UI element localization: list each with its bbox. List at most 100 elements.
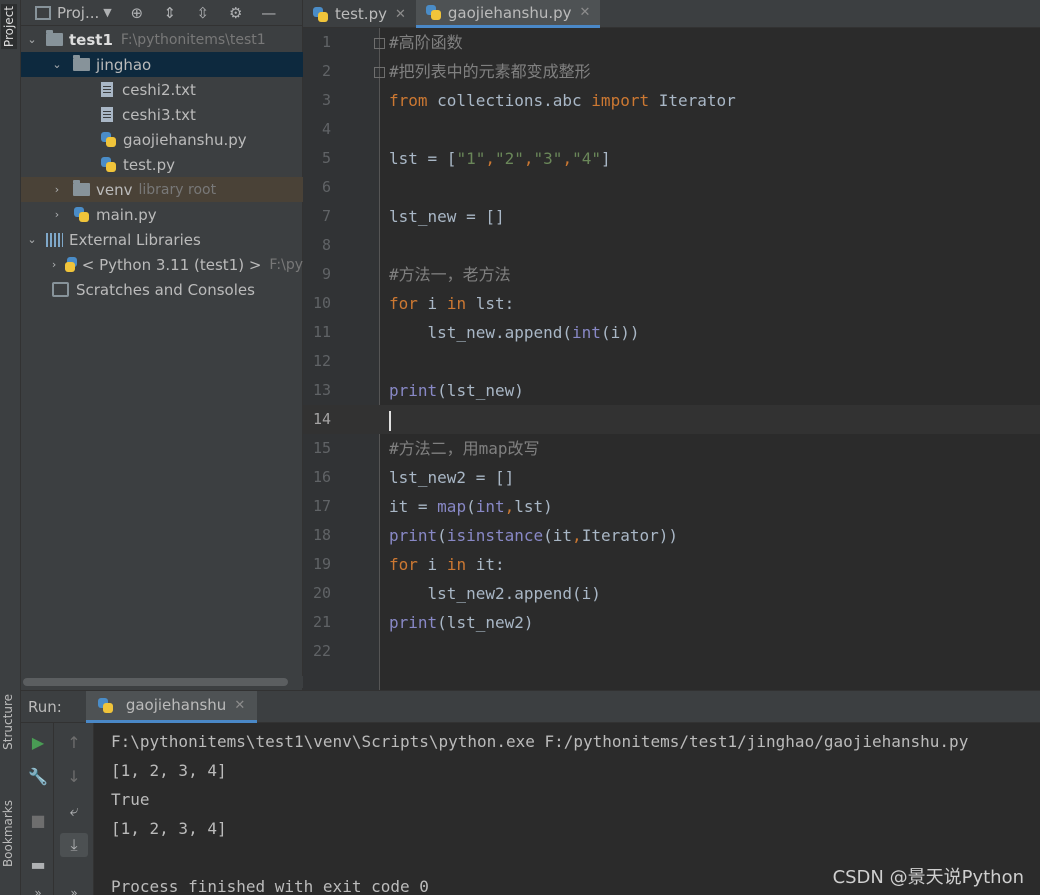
code-line[interactable]: 2 #把列表中的元素都变成整形 <box>303 57 1040 86</box>
line-number: 22 <box>312 642 331 660</box>
python-file-icon <box>101 132 116 147</box>
collapse-all-icon[interactable]: ⇳ <box>195 5 211 21</box>
code-line[interactable]: 22 <box>303 637 1040 662</box>
line-number: 8 <box>321 236 331 254</box>
project-horizontal-scrollbar[interactable] <box>21 676 303 688</box>
rerun-icon[interactable]: ▶ <box>26 731 50 755</box>
code-line[interactable]: 20 lst_new2.append(i) <box>303 579 1040 608</box>
tool-window-strip: Project Structure Bookmarks <box>0 0 21 895</box>
project-view-dropdown[interactable]: Proj... <box>57 4 99 22</box>
code-line[interactable]: 4 <box>303 115 1040 144</box>
more-icon[interactable]: » <box>62 881 86 895</box>
code-line[interactable]: 9 #方法一，老方法 <box>303 260 1040 289</box>
code-token: print <box>389 526 438 545</box>
tree-row-python-sdk[interactable]: › < Python 3.11 (test1) > F:\py <box>21 252 303 277</box>
code-line[interactable]: 15 #方法二，用map改写 <box>303 434 1040 463</box>
arrow-down-icon[interactable]: ↓ <box>62 765 86 789</box>
code-line[interactable]: 11 lst_new.append(int(i)) <box>303 318 1040 347</box>
code-token: , <box>523 149 534 168</box>
soft-wrap-icon[interactable]: ⤶ <box>62 799 86 823</box>
chevron-down-icon[interactable]: ⌄ <box>51 58 63 71</box>
code-token: ( <box>437 526 447 545</box>
close-icon[interactable]: ✕ <box>234 698 245 713</box>
tree-row-jinghao[interactable]: ⌄ jinghao <box>21 52 303 77</box>
tree-row-main-py[interactable]: › main.py <box>21 202 303 227</box>
code-line[interactable]: 8 <box>303 231 1040 260</box>
chevron-down-icon[interactable]: ⌄ <box>26 233 38 246</box>
tree-item-label: test1 <box>69 30 113 49</box>
wrench-icon[interactable]: 🔧 <box>26 765 50 789</box>
more-icon[interactable]: » <box>26 881 50 895</box>
code-token: "4" <box>572 149 601 168</box>
code-line[interactable]: 7 lst_new = [] <box>303 202 1040 231</box>
chevron-down-icon[interactable]: ▼ <box>103 6 111 19</box>
structure-tool-button[interactable]: Structure <box>1 694 15 750</box>
library-icon <box>46 232 63 247</box>
hide-icon[interactable]: — <box>261 5 277 21</box>
locate-icon[interactable]: ⊕ <box>129 5 145 21</box>
scrollbar-thumb[interactable] <box>23 678 288 686</box>
code-line[interactable]: 6 <box>303 173 1040 202</box>
code-token: ] <box>600 149 611 168</box>
code-text: #方法一，老方法 <box>389 260 511 289</box>
close-icon[interactable]: ✕ <box>580 5 591 20</box>
chevron-down-icon[interactable]: ⌄ <box>26 33 38 46</box>
expand-all-icon[interactable]: ⇕ <box>162 5 178 21</box>
code-token: Iterator <box>649 91 736 110</box>
tree-row-scratches[interactable]: Scratches and Consoles <box>21 277 303 302</box>
tree-item-label: External Libraries <box>69 230 201 249</box>
project-tool-button[interactable]: Project <box>1 4 17 50</box>
project-toolbar: Proj... ▼ ⊕ ⇕ ⇳ ⚙ — <box>21 0 302 26</box>
text-file-icon <box>101 82 113 97</box>
code-token: lst = [ <box>389 149 457 168</box>
tree-item-label: gaojiehanshu.py <box>123 130 247 149</box>
code-line[interactable]: 18 print(isinstance(it,Iterator)) <box>303 521 1040 550</box>
gear-icon[interactable]: ⚙ <box>228 5 244 21</box>
code-line[interactable]: 21 print(lst_new2) <box>303 608 1040 637</box>
tab-test-py[interactable]: test.py ✕ <box>303 0 416 28</box>
run-tab[interactable]: gaojiehanshu ✕ <box>85 690 258 723</box>
console-line: True <box>111 790 150 809</box>
code-token: (i)) <box>600 323 640 342</box>
scroll-to-end-icon[interactable]: ⤓ <box>60 833 88 857</box>
code-line[interactable]: 19 for i in it: <box>303 550 1040 579</box>
code-line[interactable]: 14 <box>303 405 1040 434</box>
tree-row-venv[interactable]: › venv library root <box>21 177 303 202</box>
tree-row-ceshi2[interactable]: ceshi2.txt <box>21 77 303 102</box>
code-editor[interactable]: 1 #高阶函数 2 #把列表中的元素都变成整形 3 from collections.ab… <box>303 28 1040 662</box>
code-token: map <box>437 497 467 516</box>
python-file-icon <box>313 6 328 22</box>
arrow-up-icon[interactable]: ↑ <box>62 731 86 755</box>
code-line[interactable]: 1 #高阶函数 <box>303 28 1040 57</box>
chevron-right-icon[interactable]: › <box>51 183 63 196</box>
code-line[interactable]: 5 lst = ["1","2","3","4"] <box>303 144 1040 173</box>
code-line[interactable]: 16 lst_new2 = [] <box>303 463 1040 492</box>
tab-gaojiehanshu-py[interactable]: gaojiehanshu.py ✕ <box>415 0 601 28</box>
tree-row-external-libraries[interactable]: ⌄ External Libraries <box>21 227 303 252</box>
stop-icon[interactable]: ■ <box>26 809 50 833</box>
code-token: #高阶函数 <box>389 33 463 52</box>
code-token: print <box>389 381 438 400</box>
close-icon[interactable]: ✕ <box>395 7 406 22</box>
tree-row-ceshi3[interactable]: ceshi3.txt <box>21 102 303 127</box>
code-line[interactable]: 13 print(lst_new) <box>303 376 1040 405</box>
code-line[interactable]: 3 from collections.abc import Iterator <box>303 86 1040 115</box>
chevron-right-icon[interactable]: › <box>51 258 57 271</box>
chevron-right-icon[interactable]: › <box>51 208 63 221</box>
line-number: 10 <box>312 294 331 312</box>
tree-row-test-py[interactable]: test.py <box>21 152 303 177</box>
code-line[interactable]: 17 it = map(int,lst) <box>303 492 1040 521</box>
bookmarks-tool-button[interactable]: Bookmarks <box>1 800 15 867</box>
code-line[interactable]: 10 for i in lst: <box>303 289 1040 318</box>
code-text: print(lst_new2) <box>389 608 534 637</box>
code-token: lst_new = [] <box>389 207 505 226</box>
tree-row-gaojiehanshu[interactable]: gaojiehanshu.py <box>21 127 303 152</box>
code-text: from collections.abc import Iterator <box>389 86 736 115</box>
code-token: #把列表中的元素都变成整形 <box>389 62 591 81</box>
tree-row-test1[interactable]: ⌄ test1 F:\pythonitems\test1 <box>21 27 303 52</box>
layout-icon[interactable]: ▬ <box>26 853 50 877</box>
text-caret <box>389 410 391 431</box>
code-token: #方法二，用map改写 <box>389 439 540 458</box>
code-line[interactable]: 12 <box>303 347 1040 376</box>
code-text: #把列表中的元素都变成整形 <box>389 57 591 86</box>
